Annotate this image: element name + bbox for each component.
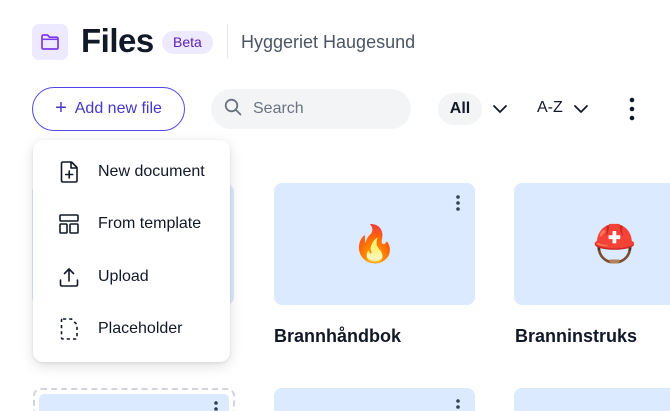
upload-icon [57,265,81,289]
add-new-file-button[interactable]: + Add new file [32,87,185,131]
card-menu-icon[interactable] [213,400,219,411]
menu-item-upload[interactable]: Upload [33,251,230,303]
menu-item-label: Upload [98,268,149,285]
search-box[interactable] [211,89,411,129]
file-card-name[interactable]: Branninstruks [515,325,637,347]
beta-badge: Beta [162,31,213,54]
new-document-icon [57,160,81,184]
more-options-icon[interactable] [622,96,642,127]
menu-item-from-template[interactable]: From template [33,198,230,250]
placeholder-icon [57,317,81,341]
chevron-down-icon[interactable] [572,100,590,123]
file-card-thumbnail[interactable]: ⛑️ [514,183,670,305]
sort-select[interactable]: A-Z [537,99,563,117]
menu-item-label: From template [98,215,202,232]
organization-name: Hyggeriet Haugesund [241,32,416,52]
card-menu-icon[interactable] [455,194,461,217]
menu-item-new-document[interactable]: New document [33,146,230,198]
plus-icon: + [55,97,67,119]
search-icon [223,97,243,122]
template-icon [57,212,81,236]
file-card-name[interactable]: Brannhåndbok [274,325,401,347]
file-card-thumbnail[interactable] [33,388,235,411]
file-card-thumbnail[interactable] [514,388,670,411]
folder-icon [32,24,68,60]
file-card-inner [39,394,229,411]
file-card-thumbnail[interactable]: 🔥 [274,183,475,305]
header-divider [227,24,228,58]
menu-item-label: Placeholder [98,320,183,337]
filter-select[interactable]: All [438,93,482,125]
search-input[interactable] [253,100,393,118]
add-file-menu: New document From template Upload Placeh… [33,140,230,362]
files-page: Files Beta Hyggeriet Haugesund + Add new… [0,0,670,411]
add-new-file-label: Add new file [74,100,162,117]
menu-item-label: New document [98,163,205,180]
card-menu-icon[interactable] [455,398,461,411]
menu-item-placeholder[interactable]: Placeholder [33,303,230,355]
helmet-emoji-icon: ⛑️ [592,223,637,264]
file-card-thumbnail[interactable] [274,388,475,411]
chevron-down-icon[interactable] [491,100,509,123]
page-title: Files [81,22,154,59]
fire-emoji-icon: 🔥 [352,223,397,264]
